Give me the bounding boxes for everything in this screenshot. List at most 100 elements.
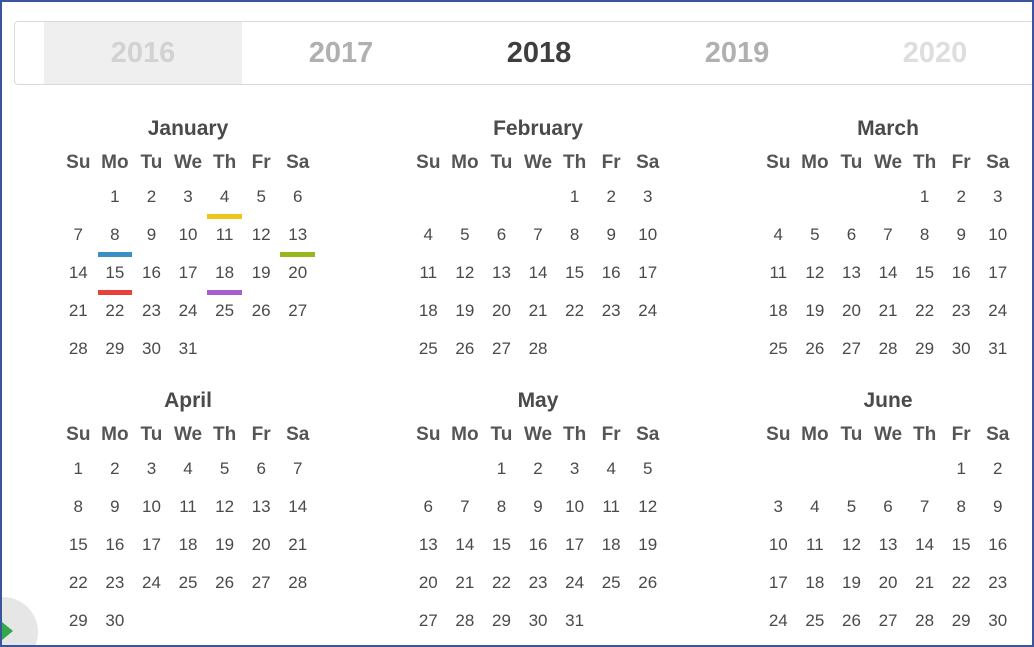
day-may-12[interactable]: 12 xyxy=(629,492,666,530)
day-february-9[interactable]: 9 xyxy=(593,220,630,258)
day-april-7[interactable]: 7 xyxy=(279,454,316,492)
day-may-22[interactable]: 22 xyxy=(483,568,520,606)
day-april-16[interactable]: 16 xyxy=(97,530,134,568)
day-february-18[interactable]: 18 xyxy=(410,296,447,334)
day-june-22[interactable]: 22 xyxy=(943,568,980,606)
day-may-6[interactable]: 6 xyxy=(410,492,447,530)
day-april-12[interactable]: 12 xyxy=(206,492,243,530)
day-may-23[interactable]: 23 xyxy=(520,568,557,606)
day-june-18[interactable]: 18 xyxy=(797,568,834,606)
day-january-24[interactable]: 24 xyxy=(170,296,207,334)
day-april-6[interactable]: 6 xyxy=(243,454,280,492)
day-february-15[interactable]: 15 xyxy=(556,258,593,296)
day-march-27[interactable]: 27 xyxy=(833,334,870,372)
day-june-9[interactable]: 9 xyxy=(979,492,1016,530)
day-march-11[interactable]: 11 xyxy=(760,258,797,296)
year-tab-2016[interactable]: 2016 xyxy=(44,22,242,84)
day-february-24[interactable]: 24 xyxy=(629,296,666,334)
day-june-16[interactable]: 16 xyxy=(979,530,1016,568)
day-february-16[interactable]: 16 xyxy=(593,258,630,296)
day-march-13[interactable]: 13 xyxy=(833,258,870,296)
day-april-24[interactable]: 24 xyxy=(133,568,170,606)
day-april-23[interactable]: 23 xyxy=(97,568,134,606)
day-march-1[interactable]: 1 xyxy=(906,182,943,220)
day-april-10[interactable]: 10 xyxy=(133,492,170,530)
day-april-25[interactable]: 25 xyxy=(170,568,207,606)
day-june-19[interactable]: 19 xyxy=(833,568,870,606)
day-january-15[interactable]: 15 xyxy=(97,258,134,296)
day-may-14[interactable]: 14 xyxy=(447,530,484,568)
day-june-13[interactable]: 13 xyxy=(870,530,907,568)
day-february-25[interactable]: 25 xyxy=(410,334,447,372)
day-june-7[interactable]: 7 xyxy=(906,492,943,530)
day-april-28[interactable]: 28 xyxy=(279,568,316,606)
day-january-21[interactable]: 21 xyxy=(60,296,97,334)
day-june-25[interactable]: 25 xyxy=(797,606,834,644)
day-may-2[interactable]: 2 xyxy=(520,454,557,492)
day-february-28[interactable]: 28 xyxy=(520,334,557,372)
day-january-18[interactable]: 18 xyxy=(206,258,243,296)
day-february-17[interactable]: 17 xyxy=(629,258,666,296)
day-march-6[interactable]: 6 xyxy=(833,220,870,258)
day-february-1[interactable]: 1 xyxy=(556,182,593,220)
day-january-2[interactable]: 2 xyxy=(133,182,170,220)
year-tab-2019[interactable]: 2019 xyxy=(638,22,836,84)
day-february-13[interactable]: 13 xyxy=(483,258,520,296)
day-june-11[interactable]: 11 xyxy=(797,530,834,568)
day-march-20[interactable]: 20 xyxy=(833,296,870,334)
day-march-17[interactable]: 17 xyxy=(979,258,1016,296)
day-january-5[interactable]: 5 xyxy=(243,182,280,220)
day-may-30[interactable]: 30 xyxy=(520,606,557,644)
day-january-23[interactable]: 23 xyxy=(133,296,170,334)
day-february-7[interactable]: 7 xyxy=(520,220,557,258)
day-march-25[interactable]: 25 xyxy=(760,334,797,372)
day-june-17[interactable]: 17 xyxy=(760,568,797,606)
day-january-20[interactable]: 20 xyxy=(279,258,316,296)
day-may-26[interactable]: 26 xyxy=(629,568,666,606)
day-april-11[interactable]: 11 xyxy=(170,492,207,530)
day-february-10[interactable]: 10 xyxy=(629,220,666,258)
day-april-20[interactable]: 20 xyxy=(243,530,280,568)
day-may-5[interactable]: 5 xyxy=(629,454,666,492)
day-march-5[interactable]: 5 xyxy=(797,220,834,258)
day-march-10[interactable]: 10 xyxy=(979,220,1016,258)
day-january-4[interactable]: 4 xyxy=(206,182,243,220)
day-february-3[interactable]: 3 xyxy=(629,182,666,220)
day-june-1[interactable]: 1 xyxy=(943,454,980,492)
day-january-17[interactable]: 17 xyxy=(170,258,207,296)
day-february-27[interactable]: 27 xyxy=(483,334,520,372)
day-march-30[interactable]: 30 xyxy=(943,334,980,372)
day-march-26[interactable]: 26 xyxy=(797,334,834,372)
year-tab-2020[interactable]: 2020 xyxy=(836,22,1032,84)
day-march-31[interactable]: 31 xyxy=(979,334,1016,372)
day-april-29[interactable]: 29 xyxy=(60,606,97,644)
day-march-12[interactable]: 12 xyxy=(797,258,834,296)
day-february-4[interactable]: 4 xyxy=(410,220,447,258)
day-february-20[interactable]: 20 xyxy=(483,296,520,334)
day-april-13[interactable]: 13 xyxy=(243,492,280,530)
day-may-4[interactable]: 4 xyxy=(593,454,630,492)
day-june-29[interactable]: 29 xyxy=(943,606,980,644)
day-january-30[interactable]: 30 xyxy=(133,334,170,372)
day-march-7[interactable]: 7 xyxy=(870,220,907,258)
day-march-2[interactable]: 2 xyxy=(943,182,980,220)
day-april-18[interactable]: 18 xyxy=(170,530,207,568)
day-april-3[interactable]: 3 xyxy=(133,454,170,492)
day-june-12[interactable]: 12 xyxy=(833,530,870,568)
day-january-27[interactable]: 27 xyxy=(279,296,316,334)
day-april-21[interactable]: 21 xyxy=(279,530,316,568)
day-june-21[interactable]: 21 xyxy=(906,568,943,606)
day-january-19[interactable]: 19 xyxy=(243,258,280,296)
day-january-29[interactable]: 29 xyxy=(97,334,134,372)
day-january-13[interactable]: 13 xyxy=(279,220,316,258)
day-january-9[interactable]: 9 xyxy=(133,220,170,258)
day-february-8[interactable]: 8 xyxy=(556,220,593,258)
day-may-17[interactable]: 17 xyxy=(556,530,593,568)
day-march-22[interactable]: 22 xyxy=(906,296,943,334)
day-june-14[interactable]: 14 xyxy=(906,530,943,568)
day-february-26[interactable]: 26 xyxy=(447,334,484,372)
day-january-10[interactable]: 10 xyxy=(170,220,207,258)
corner-widget[interactable] xyxy=(2,597,38,645)
day-may-9[interactable]: 9 xyxy=(520,492,557,530)
day-june-3[interactable]: 3 xyxy=(760,492,797,530)
